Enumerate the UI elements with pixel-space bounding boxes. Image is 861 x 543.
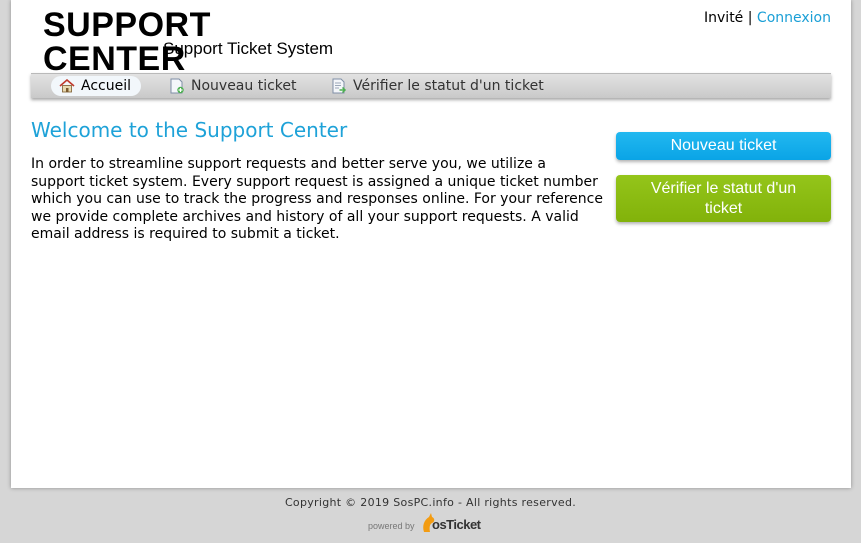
nav-item-label: Vérifier le statut d'un ticket <box>353 78 544 94</box>
nav-item-label: Nouveau ticket <box>191 78 297 94</box>
guest-label: Invité <box>704 10 744 26</box>
footer-copyright: Copyright © 2019 SosPC.info - All rights… <box>284 496 577 509</box>
page-container: SUPPORT CENTER Support Ticket System Inv… <box>11 0 851 488</box>
check-status-button[interactable]: Vérifier le statut d'un ticket <box>616 175 831 222</box>
check-status-icon <box>332 78 347 94</box>
login-link[interactable]: Connexion <box>757 10 831 26</box>
nav-item-new-ticket[interactable]: Nouveau ticket <box>161 76 307 96</box>
main-nav: Accueil Nouveau ticket Vérifier le statu… <box>31 73 831 98</box>
logo-subtitle: Support Ticket System <box>163 39 334 58</box>
intro-text: In order to streamline support requests … <box>31 156 603 242</box>
nav-item-check-status[interactable]: Vérifier le statut d'un ticket <box>323 76 554 96</box>
user-info: Invité | Connexion <box>704 10 831 26</box>
nav-item-home[interactable]: Accueil <box>51 76 141 96</box>
separator: | <box>747 10 753 26</box>
new-ticket-button[interactable]: Nouveau ticket <box>616 132 831 160</box>
site-logo[interactable]: SUPPORT CENTER Support Ticket System <box>43 8 343 76</box>
home-icon <box>59 79 75 93</box>
osticket-brand: osTicket <box>432 517 481 532</box>
page-title: Welcome to the Support Center <box>31 118 348 142</box>
osticket-logo[interactable]: powered by osTicket <box>366 512 481 534</box>
nav-item-label: Accueil <box>81 78 131 94</box>
powered-by-label: powered by <box>368 521 415 531</box>
new-ticket-icon <box>170 78 184 94</box>
